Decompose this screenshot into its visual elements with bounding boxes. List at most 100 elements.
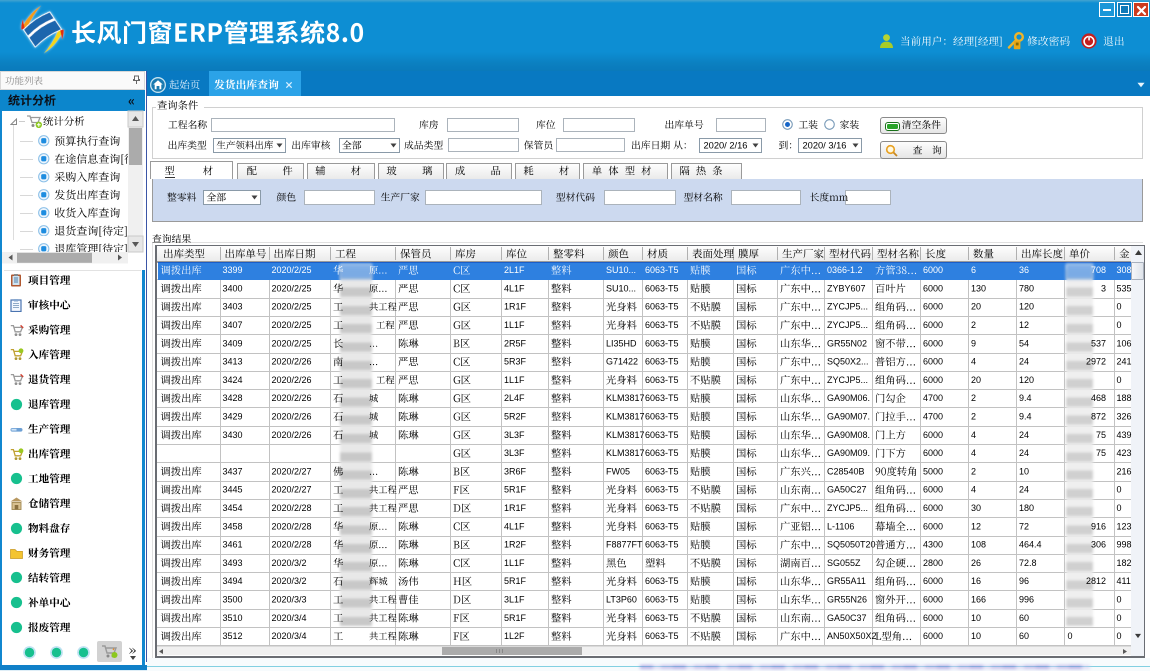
svg-text:120: 120 [1019,302,1034,312]
svg-text:0: 0 [1068,631,1073,641]
svg-text:2020/2/26: 2020/2/26 [272,430,312,440]
svg-text:308: 308 [1117,265,1132,275]
svg-text:SG055Z: SG055Z [827,558,861,568]
svg-text:54: 54 [1019,338,1029,348]
svg-text:2020/2/28: 2020/2/28 [272,503,312,513]
svg-text:6000: 6000 [923,576,943,586]
svg-text:0: 0 [1117,503,1122,513]
svg-text:3437: 3437 [223,466,243,476]
svg-text:6000: 6000 [923,448,943,458]
svg-text:ZYCJP5...: ZYCJP5... [827,503,868,513]
svg-text:6000: 6000 [923,613,943,623]
svg-text:0: 0 [1117,613,1122,623]
svg-text:3: 3 [1101,283,1106,293]
svg-text:0366-1.2: 0366-1.2 [827,265,863,275]
svg-text:2020/2/25: 2020/2/25 [272,302,312,312]
svg-text:2812: 2812 [1086,576,1106,586]
svg-text:4: 4 [971,448,976,458]
svg-text:708: 708 [1091,265,1106,275]
svg-text:26: 26 [971,558,981,568]
svg-text:AN50X50X2: AN50X50X2 [827,631,877,641]
svg-text:2: 2 [971,466,976,476]
svg-text:6063-T5: 6063-T5 [645,283,679,293]
svg-text:3403: 3403 [223,302,243,312]
svg-text:6063-T5: 6063-T5 [645,595,679,605]
svg-text:2800: 2800 [923,558,943,568]
svg-text:2020/ 3/16: 2020/ 3/16 [803,140,847,150]
svg-text:2020/2/25: 2020/2/25 [272,265,312,275]
svg-text:468: 468 [1091,393,1106,403]
svg-text:9.4: 9.4 [1019,393,1032,403]
svg-text:2020/2/27: 2020/2/27 [272,466,312,476]
svg-text:120: 120 [1019,375,1034,385]
svg-text:0: 0 [1117,302,1122,312]
svg-text:F8877FT: F8877FT [606,540,643,550]
svg-text:6063-T5: 6063-T5 [645,576,679,586]
svg-text:10: 10 [1019,466,1029,476]
svg-text:3409: 3409 [223,338,243,348]
svg-text:1L1F: 1L1F [504,320,525,330]
svg-text:2020/2/28: 2020/2/28 [272,521,312,531]
svg-text:3424: 3424 [223,375,243,385]
svg-text:72: 72 [1019,521,1029,531]
svg-text:6063-T5: 6063-T5 [645,466,679,476]
svg-text:KLM3817: KLM3817 [606,430,645,440]
svg-text:2020/2/25: 2020/2/25 [272,338,312,348]
svg-text:326: 326 [1117,412,1132,422]
svg-text:6063-T5: 6063-T5 [645,540,679,550]
svg-text:10: 10 [971,631,981,641]
svg-text:16: 16 [971,576,981,586]
svg-text:6000: 6000 [923,338,943,348]
svg-text:KLM3817: KLM3817 [606,393,645,403]
svg-text:4L1F: 4L1F [504,283,525,293]
svg-text:6063-T5: 6063-T5 [645,521,679,531]
svg-text:872: 872 [1091,412,1106,422]
svg-text:130: 130 [971,283,986,293]
svg-text:6063-T5: 6063-T5 [645,265,679,275]
svg-text:1R1F: 1R1F [504,503,527,513]
svg-text:KLM3817: KLM3817 [606,448,645,458]
svg-text:6063-T5: 6063-T5 [645,448,679,458]
svg-text:2R5F: 2R5F [504,338,527,348]
svg-text:216: 216 [1117,466,1132,476]
svg-text:3428: 3428 [223,393,243,403]
svg-text:4: 4 [971,430,976,440]
svg-text:3399: 3399 [223,265,243,275]
svg-text:2020/ 2/16: 2020/ 2/16 [704,140,748,150]
svg-text:3500: 3500 [223,595,243,605]
svg-text:SQ5050T20: SQ5050T20 [827,540,876,550]
svg-text:4700: 4700 [923,393,943,403]
svg-text:G71422: G71422 [606,357,638,367]
svg-text:2972: 2972 [1086,357,1106,367]
svg-text:GA90M06.: GA90M06. [827,393,870,403]
svg-text:3494: 3494 [223,576,243,586]
svg-text:SQ50X2...: SQ50X2... [827,357,869,367]
svg-text:3458: 3458 [223,521,243,531]
svg-text:3R6F: 3R6F [504,466,527,476]
svg-text:75: 75 [1096,430,1106,440]
svg-text:5R1F: 5R1F [504,613,527,623]
svg-text:6063-T5: 6063-T5 [645,412,679,422]
svg-text:6063-T5: 6063-T5 [645,302,679,312]
svg-text:2020/3/2: 2020/3/2 [272,558,307,568]
svg-text:4300: 4300 [923,540,943,550]
svg-text:464.4: 464.4 [1019,540,1042,550]
svg-text:36: 36 [1019,265,1029,275]
svg-text:1R2F: 1R2F [504,540,527,550]
svg-text:ZYCJP5...: ZYCJP5... [827,375,868,385]
svg-text:6000: 6000 [923,631,943,641]
svg-text:3430: 3430 [223,430,243,440]
svg-text:4: 4 [971,357,976,367]
svg-text:3413: 3413 [223,357,243,367]
svg-text:LI35HD: LI35HD [606,338,637,348]
svg-text:24: 24 [1019,357,1029,367]
svg-text:3512: 3512 [223,631,243,641]
svg-text:4700: 4700 [923,412,943,422]
svg-text:6063-T5: 6063-T5 [645,430,679,440]
svg-text:3L3F: 3L3F [504,430,525,440]
svg-text:24: 24 [1019,430,1029,440]
svg-text:20: 20 [971,375,981,385]
svg-text:4: 4 [971,485,976,495]
svg-text:4L1F: 4L1F [504,521,525,531]
svg-text:2020/3/3: 2020/3/3 [272,595,307,605]
